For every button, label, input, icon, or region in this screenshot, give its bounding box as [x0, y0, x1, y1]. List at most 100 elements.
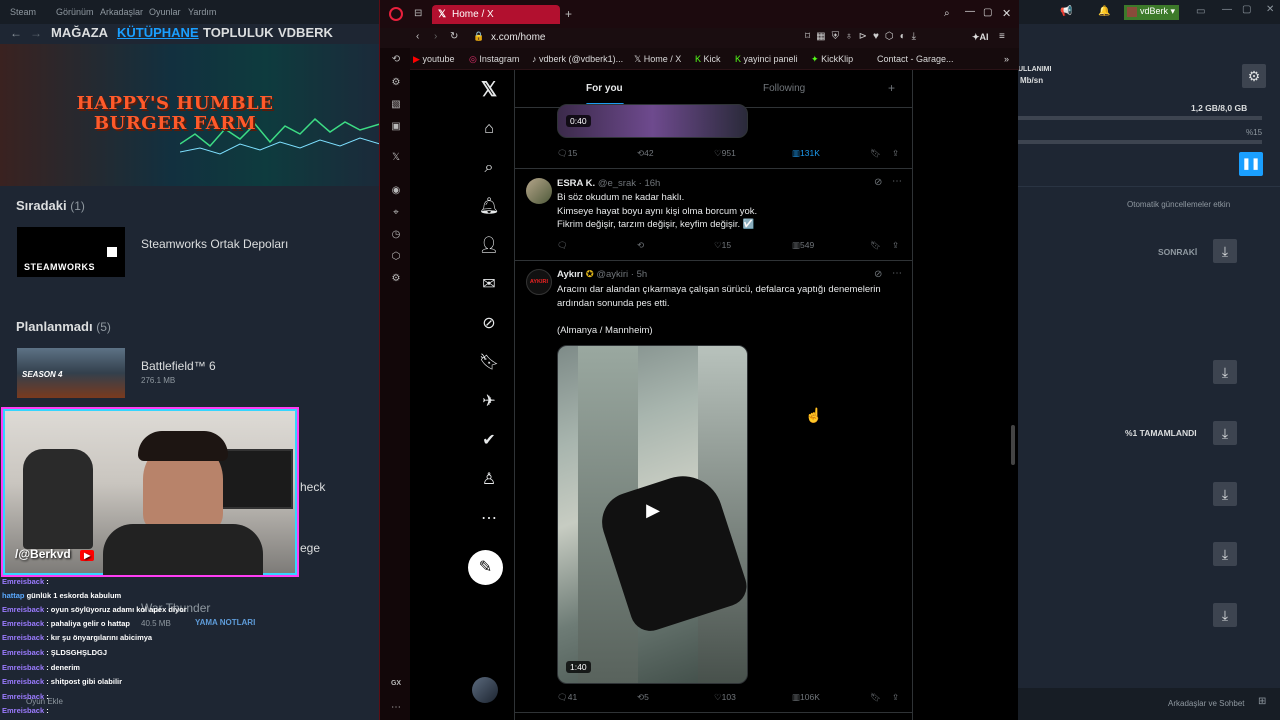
messages-icon[interactable]: ✉ — [476, 272, 502, 298]
url-field[interactable]: x.com/home — [491, 32, 545, 43]
back-icon[interactable]: ‹ — [416, 31, 419, 42]
queue-game-name[interactable]: Steamworks Ortak Depoları — [141, 237, 288, 251]
bookmark-instagram[interactable]: ◎ Instagram — [469, 54, 519, 65]
bookmarks-icon[interactable]: 🔖︎ — [476, 350, 502, 376]
tweet-video-thumbnail[interactable]: 0:40 — [557, 104, 748, 138]
tweet-2[interactable]: AYKIRI Aykırı ✪ @aykiri · 5h ⊘ ⋯ Aracını… — [515, 261, 912, 713]
compose-post-icon[interactable]: ✎ — [468, 550, 503, 585]
opera-logo-icon[interactable] — [389, 7, 403, 21]
bookmark-tiktok[interactable]: ♪ vdberk (@vdberk1)... — [532, 54, 623, 64]
download-icon[interactable]: ⤓ — [1213, 603, 1237, 627]
tweet-0[interactable]: 0:40 🗨︎ 15 ⟲ 42 ♡ 951 ▥ 131K 🔖︎ ⇪ — [515, 104, 912, 169]
steam-logo-menu[interactable]: Steam — [10, 7, 36, 17]
big-picture-icon[interactable]: ▭ — [1196, 6, 1205, 17]
x-sidebar-icon[interactable]: 𝕏 — [389, 152, 403, 166]
partial-game-name-2[interactable]: ege — [300, 541, 320, 555]
reply-button[interactable]: 🗨︎ — [557, 240, 568, 251]
pause-icon[interactable]: ❚❚ — [1239, 152, 1263, 176]
download-icon[interactable]: ⤓ — [1213, 542, 1237, 566]
user-menu[interactable]: vdBerk ▾ — [1124, 5, 1180, 20]
twitch-icon[interactable]: ▣ — [389, 121, 403, 135]
gx-corner-icon[interactable]: ▧ — [389, 99, 403, 113]
bookmark-youtube[interactable]: ▶ youtube — [413, 54, 454, 65]
bookmark-x[interactable]: 𝕏 Home / X — [634, 54, 681, 65]
pin-icon[interactable]: ⌖ — [389, 207, 403, 221]
bookmark-streamer-panel[interactable]: K yayinci paneli — [735, 54, 798, 64]
add-tab-icon[interactable]: + — [888, 81, 895, 95]
page-scrollbar[interactable] — [1011, 425, 1015, 465]
download-icon[interactable]: ⤓ — [1213, 482, 1237, 506]
like-button[interactable]: ♡ 15 — [714, 240, 731, 251]
ai-button[interactable]: ✦AI — [972, 32, 989, 43]
tweet-more-icon[interactable]: ⋯ — [892, 268, 902, 279]
more-icon[interactable]: ⋯ — [389, 702, 403, 716]
nav-profile[interactable]: VDBERK — [278, 25, 333, 40]
forward-arrow-icon[interactable]: → — [30, 26, 42, 40]
gx-control-icon[interactable]: ⚙ — [389, 77, 403, 91]
bookmark-kick[interactable]: K Kick — [695, 54, 721, 64]
notifications-icon[interactable]: 🔔 — [1098, 6, 1110, 17]
share-icon[interactable]: ⇪ — [892, 692, 899, 703]
download-icon[interactable]: ⤓ — [1213, 239, 1237, 263]
notifications-icon[interactable]: 🔔︎ — [476, 194, 502, 220]
account-avatar[interactable] — [472, 677, 498, 703]
views-button[interactable]: ▥ 106K — [792, 692, 820, 703]
settings-icon[interactable]: ⚙ — [389, 273, 403, 287]
minimize-icon[interactable]: — — [1222, 4, 1232, 15]
grok-icon[interactable]: ⊘ — [476, 311, 502, 337]
maximize-icon[interactable]: ▢ — [1242, 4, 1251, 15]
steamworks-thumbnail[interactable]: STEAMWORKS — [17, 227, 125, 277]
share-icon[interactable]: ⇪ — [892, 240, 899, 251]
jobs-rocket-icon[interactable]: ✈ — [476, 389, 502, 415]
nav-store[interactable]: MAĞAZA — [51, 25, 108, 40]
menu-games[interactable]: Oyunlar — [149, 7, 181, 17]
history-icon[interactable]: ◷ — [389, 229, 403, 243]
menu-icon[interactable]: ≡ — [999, 31, 1005, 42]
verified-icon[interactable]: ✔ — [476, 428, 502, 454]
maximize-icon[interactable]: ▢ — [983, 7, 992, 18]
minimize-icon[interactable]: — — [965, 6, 975, 17]
partial-game-name-1[interactable]: heck — [300, 480, 325, 494]
tab-home-x[interactable]: 𝕏 Home / X — [432, 5, 560, 24]
battlefield-name[interactable]: Battlefield™ 6 — [141, 359, 216, 373]
announcements-icon[interactable]: 📢 — [1060, 6, 1072, 17]
gx-label[interactable]: GX — [389, 680, 403, 694]
views-button[interactable]: ▥ 131K — [792, 148, 820, 159]
nav-community[interactable]: TOPLULUK — [203, 25, 274, 40]
bookmark-tweet-icon[interactable]: 🔖︎ — [870, 692, 881, 703]
tweet-more-icon[interactable]: ⋯ — [892, 176, 902, 187]
retweet-button[interactable]: ⟲ 5 — [637, 692, 649, 703]
menu-friends[interactable]: Arkadaşlar — [100, 7, 143, 17]
speed-dial-icon[interactable]: ⟲ — [389, 54, 403, 68]
grok-tweet-icon[interactable]: ⊘ — [874, 269, 882, 280]
play-icon[interactable]: ▶ — [642, 499, 664, 521]
like-button[interactable]: ♡ 103 — [714, 692, 736, 703]
extensions-icon[interactable]: ⬡ — [389, 251, 403, 265]
explore-search-icon[interactable]: ⌕ — [476, 155, 502, 181]
grok-tweet-icon[interactable]: ⊘ — [874, 177, 882, 188]
menu-help[interactable]: Yardım — [188, 7, 216, 17]
friends-bar[interactable]: Arkadaşlar ve Sohbet ⊞ — [1018, 688, 1280, 720]
reply-button[interactable]: 🗨︎ 41 — [557, 692, 577, 703]
search-icon[interactable]: ⌕ — [944, 8, 950, 19]
share-icon[interactable]: ⇪ — [892, 148, 899, 159]
x-home-logo-icon[interactable]: 𝕏 — [476, 77, 502, 103]
toolbar-extension-icons[interactable]: ⌑▦⛨♁⊳♥⬡◐⤓ — [805, 31, 922, 42]
download-icon[interactable]: ⤓ — [1213, 360, 1237, 384]
bookmark-tweet-icon[interactable]: 🔖︎ — [870, 148, 881, 159]
reply-button[interactable]: 🗨︎ 15 — [557, 148, 577, 159]
settings-gear-icon[interactable]: ⚙ — [1242, 64, 1266, 88]
back-arrow-icon[interactable]: ← — [10, 26, 22, 40]
like-button[interactable]: ♡ 951 — [714, 148, 736, 159]
tab-list-icon[interactable]: ⊟ — [414, 8, 422, 19]
profile-icon[interactable]: ♙ — [476, 467, 502, 493]
retweet-button[interactable]: ⟲ — [637, 240, 644, 251]
tweet-avatar[interactable] — [526, 178, 552, 204]
close-icon[interactable]: ✕ — [1266, 4, 1274, 15]
download-icon[interactable]: ⤓ — [1213, 421, 1237, 445]
bookmark-contact-garage[interactable]: Contact - Garage... — [877, 54, 954, 64]
home-icon[interactable]: ⌂ — [476, 116, 502, 142]
bookmarks-overflow-icon[interactable]: » — [1004, 54, 1009, 64]
nav-library[interactable]: KÜTÜPHANE — [117, 25, 199, 40]
more-options-icon[interactable]: ⋯ — [476, 506, 502, 532]
